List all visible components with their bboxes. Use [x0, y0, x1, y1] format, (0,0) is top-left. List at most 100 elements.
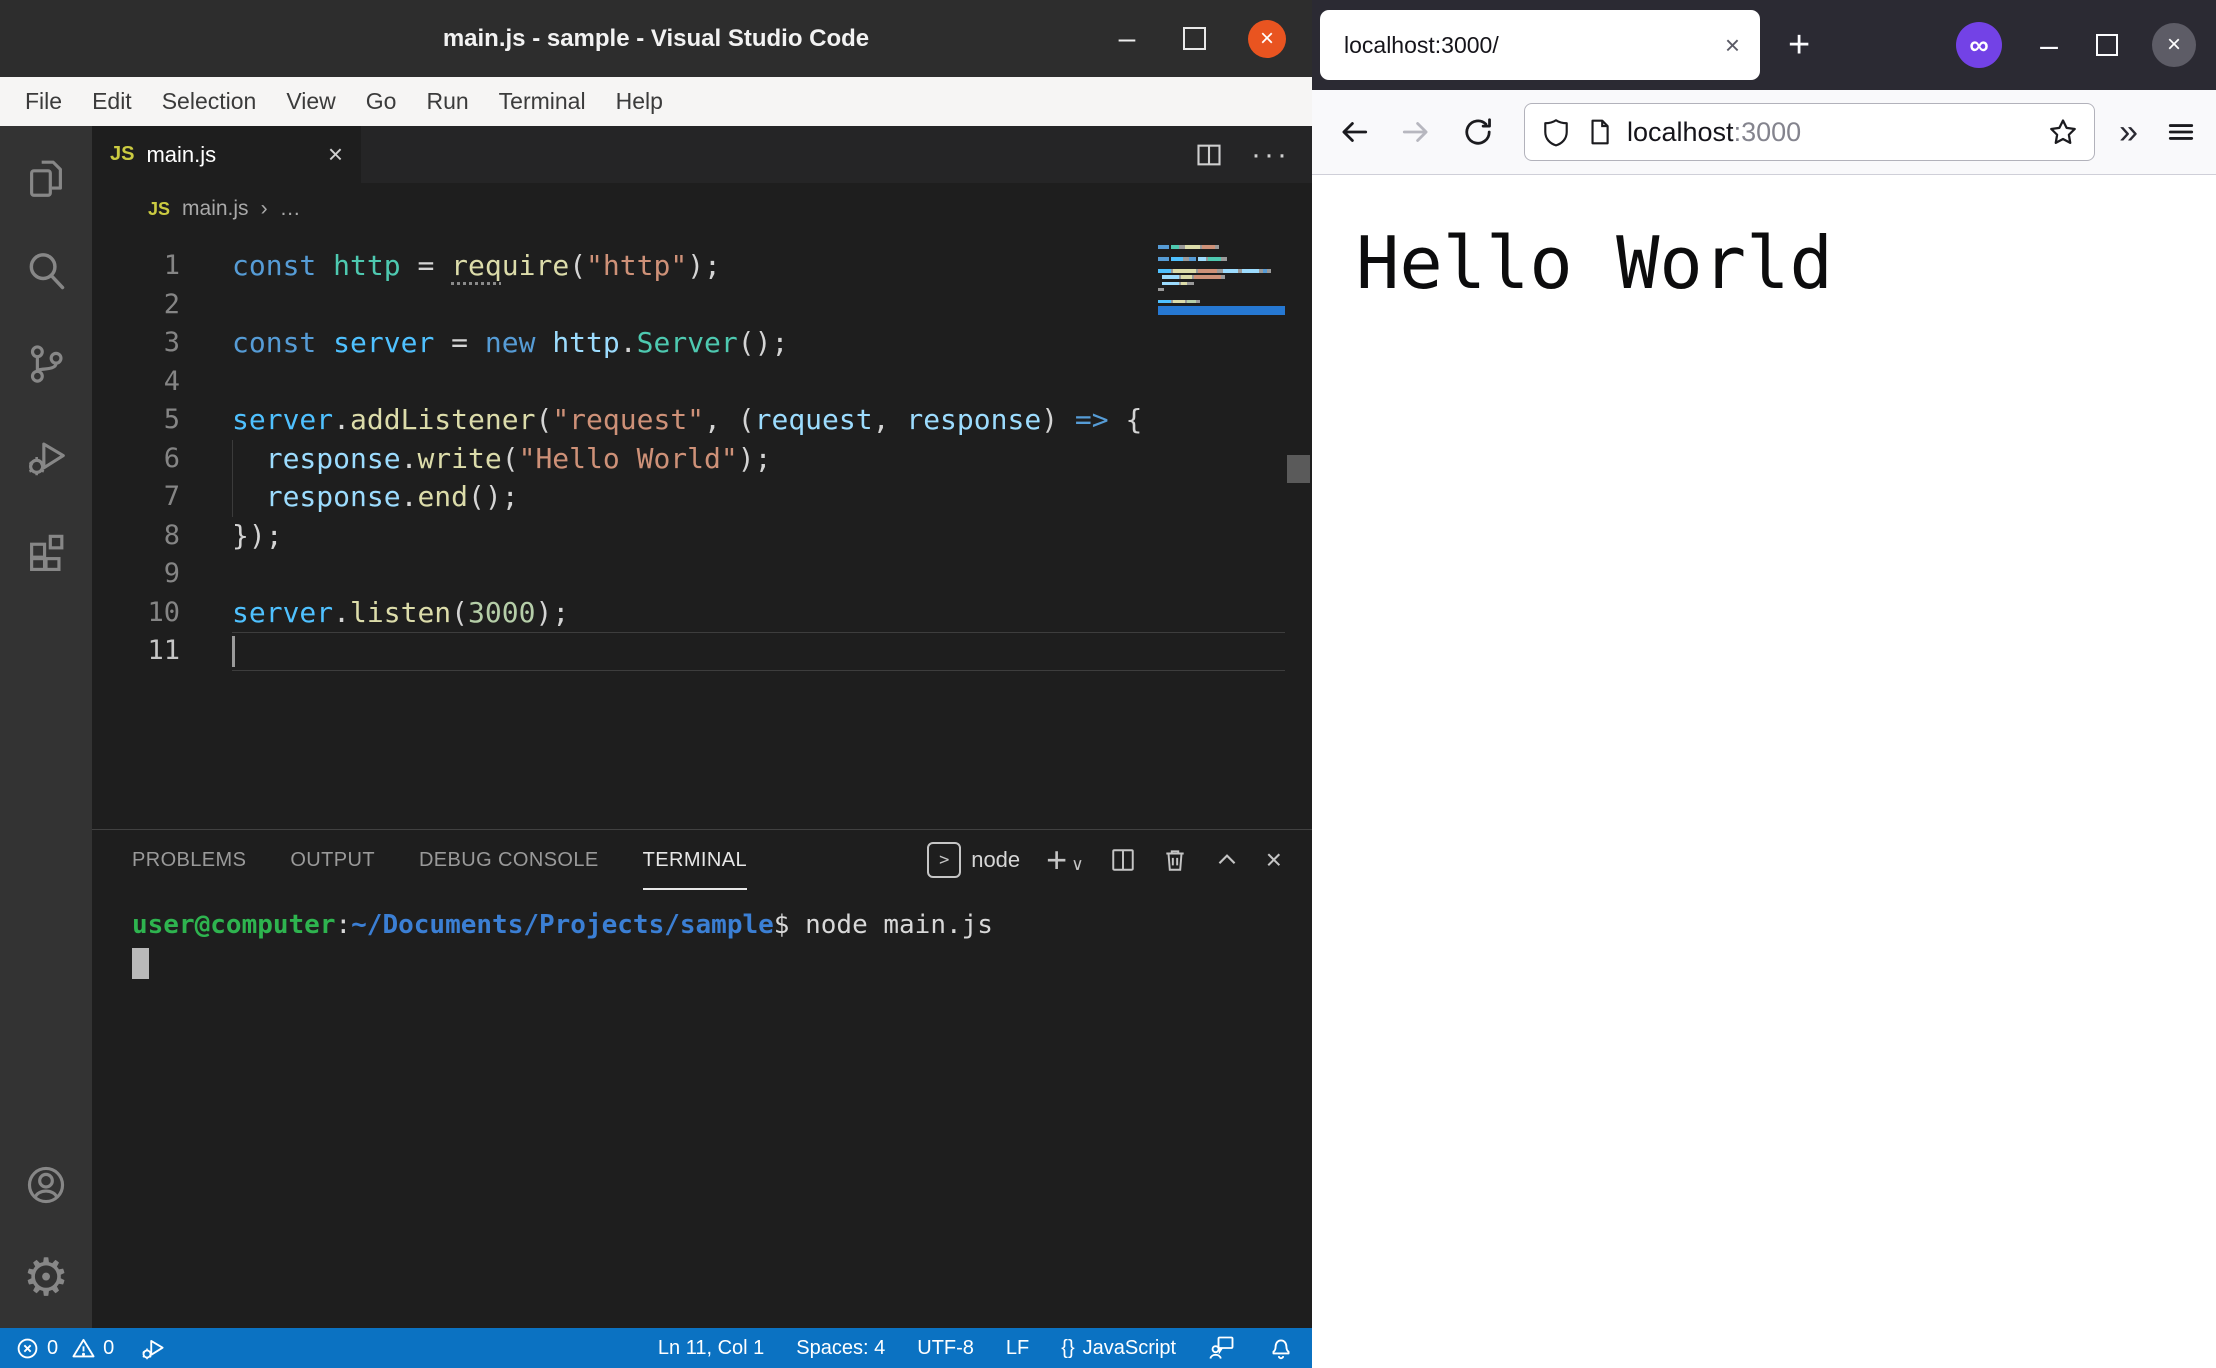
line-content[interactable]: const server = new http.Server(); — [232, 324, 1285, 363]
tab-output[interactable]: OUTPUT — [290, 830, 375, 890]
eol-sequence[interactable]: LF — [1006, 1337, 1029, 1360]
terminal-icon: > — [927, 842, 961, 878]
close-button[interactable]: × — [1248, 20, 1286, 58]
close-button[interactable]: × — [2152, 23, 2196, 67]
reload-icon[interactable] — [1462, 116, 1494, 148]
code-editor[interactable]: 1const http = require("http");23const se… — [92, 235, 1312, 829]
overflow-chevrons-icon[interactable]: » — [2119, 113, 2138, 152]
source-control-icon[interactable] — [22, 340, 70, 388]
maximize-button[interactable] — [2096, 34, 2118, 56]
menu-selection[interactable]: Selection — [147, 88, 272, 115]
firefox-window: localhost:3000/ × + ∞ – × — [1312, 0, 2216, 1368]
indentation[interactable]: Spaces: 4 — [796, 1337, 885, 1360]
breadcrumb-more[interactable]: … — [280, 197, 301, 221]
breadcrumb[interactable]: JS main.js › … — [92, 183, 1312, 235]
menu-help[interactable]: Help — [601, 88, 678, 115]
maximize-panel-icon[interactable] — [1214, 847, 1240, 873]
code-lines[interactable]: 1const http = require("http");23const se… — [92, 247, 1312, 671]
breadcrumb-file[interactable]: main.js — [182, 197, 249, 221]
feedback-icon[interactable] — [1208, 1334, 1236, 1362]
chevron-down-icon[interactable]: ∨ — [1071, 855, 1083, 875]
notifications-bell-icon[interactable] — [1268, 1335, 1294, 1361]
menu-go[interactable]: Go — [351, 88, 412, 115]
browser-tab-localhost[interactable]: localhost:3000/ × — [1320, 10, 1760, 80]
tab-debug-console[interactable]: DEBUG CONSOLE — [419, 830, 599, 890]
panel-header: PROBLEMS OUTPUT DEBUG CONSOLE TERMINAL >… — [92, 830, 1312, 890]
line-content[interactable] — [232, 555, 1285, 594]
split-terminal-icon[interactable] — [1110, 847, 1136, 873]
terminal-output[interactable]: user@computer:~/Documents/Projects/sampl… — [92, 890, 1312, 1328]
cursor-position[interactable]: Ln 11, Col 1 — [658, 1337, 764, 1360]
new-tab-button[interactable]: + — [1788, 30, 1810, 60]
problems-status[interactable]: 0 0 — [16, 1337, 114, 1360]
back-icon[interactable] — [1338, 116, 1370, 148]
split-editor-icon[interactable] — [1195, 141, 1223, 169]
menu-file[interactable]: File — [10, 88, 77, 115]
run-and-debug-icon[interactable] — [22, 433, 70, 481]
line-content[interactable] — [232, 286, 1285, 325]
editor-scrollbar[interactable] — [1285, 235, 1312, 829]
breadcrumb-separator: › — [261, 197, 268, 221]
menu-view[interactable]: View — [271, 88, 350, 115]
line-number: 10 — [92, 594, 232, 633]
minimize-button[interactable]: – — [1113, 29, 1141, 49]
terminal-colon: : — [336, 910, 352, 940]
search-icon[interactable] — [22, 247, 70, 295]
javascript-file-icon: JS — [148, 199, 170, 220]
terminal-shell-selector[interactable]: > node — [927, 842, 1020, 878]
line-content[interactable] — [232, 363, 1285, 402]
settings-gear-icon[interactable]: ⚙ — [22, 1254, 70, 1302]
explorer-icon[interactable] — [22, 154, 70, 202]
maximize-button[interactable] — [1183, 27, 1206, 50]
encoding[interactable]: UTF-8 — [917, 1337, 974, 1360]
tab-close-icon[interactable]: × — [1725, 30, 1740, 61]
menu-terminal[interactable]: Terminal — [484, 88, 601, 115]
url-text[interactable]: localhost:3000 — [1627, 117, 2034, 148]
more-actions-icon[interactable]: ··· — [1251, 138, 1290, 172]
code-line-10[interactable]: 10server.listen(3000); — [92, 594, 1285, 633]
extensions-icon[interactable] — [22, 526, 70, 574]
error-count: 0 — [47, 1337, 58, 1360]
line-content[interactable]: }); — [232, 517, 1285, 556]
code-line-9[interactable]: 9 — [92, 555, 1285, 594]
kill-terminal-trash-icon[interactable] — [1162, 847, 1188, 873]
line-number: 5 — [92, 401, 232, 440]
scrollbar-thumb[interactable] — [1287, 455, 1310, 483]
code-line-1[interactable]: 1const http = require("http"); — [92, 247, 1285, 286]
page-info-icon[interactable] — [1585, 118, 1613, 146]
code-line-11[interactable]: 11 — [92, 632, 1285, 671]
line-content[interactable]: response.end(); — [232, 478, 1285, 517]
minimize-button[interactable]: – — [2036, 36, 2062, 54]
debug-status-icon[interactable] — [139, 1335, 166, 1362]
code-line-4[interactable]: 4 — [92, 363, 1285, 402]
minimap[interactable] — [1158, 245, 1285, 318]
line-content[interactable]: response.write("Hello World"); — [232, 440, 1285, 479]
forward-icon[interactable] — [1400, 116, 1432, 148]
new-terminal-button[interactable]: + ∨ — [1046, 845, 1083, 875]
line-content[interactable]: server.listen(3000); — [232, 594, 1285, 633]
close-panel-icon[interactable]: × — [1266, 844, 1282, 876]
menu-edit[interactable]: Edit — [77, 88, 147, 115]
account-icon[interactable] — [22, 1161, 70, 1209]
line-content[interactable]: server.addListener("request", (request, … — [232, 401, 1285, 440]
code-line-7[interactable]: 7 response.end(); — [92, 478, 1285, 517]
bookmark-star-icon[interactable] — [2048, 117, 2078, 147]
code-line-8[interactable]: 8}); — [92, 517, 1285, 556]
language-mode[interactable]: {} JavaScript — [1061, 1337, 1176, 1360]
terminal-path: ~/Documents/Projects/sample — [351, 910, 774, 940]
tab-terminal[interactable]: TERMINAL — [643, 830, 747, 890]
tab-problems[interactable]: PROBLEMS — [132, 830, 246, 890]
shield-icon[interactable] — [1541, 117, 1571, 147]
url-bar[interactable]: localhost:3000 — [1524, 103, 2095, 161]
line-content[interactable] — [232, 632, 1285, 671]
menu-run[interactable]: Run — [411, 88, 483, 115]
tab-main-js[interactable]: JS main.js × — [92, 126, 361, 183]
code-line-2[interactable]: 2 — [92, 286, 1285, 325]
code-line-5[interactable]: 5server.addListener("request", (request,… — [92, 401, 1285, 440]
language-label: JavaScript — [1083, 1337, 1176, 1360]
code-line-6[interactable]: 6 response.write("Hello World"); — [92, 440, 1285, 479]
hamburger-menu-icon[interactable] — [2166, 117, 2196, 147]
tab-close-icon[interactable]: × — [328, 139, 343, 170]
code-line-3[interactable]: 3const server = new http.Server(); — [92, 324, 1285, 363]
line-content[interactable]: const http = require("http"); — [232, 247, 1285, 286]
